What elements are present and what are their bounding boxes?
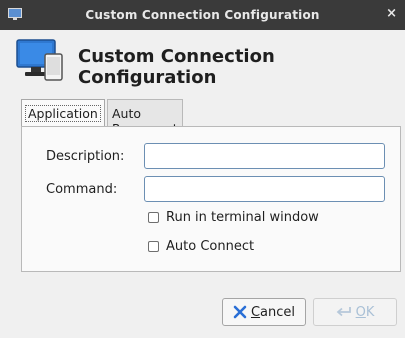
auto-connect-label: Auto Connect <box>166 239 255 254</box>
cancel-x-icon <box>233 305 247 319</box>
command-label: Command: <box>46 182 118 197</box>
auto-connect-box[interactable] <box>148 241 159 252</box>
application-panel: Description: Command: Run in terminal wi… <box>21 126 401 272</box>
run-in-terminal-box[interactable] <box>148 212 159 223</box>
run-in-terminal-label: Run in terminal window <box>166 210 319 225</box>
dialog-header: Custom Connection Configuration <box>16 38 396 88</box>
run-in-terminal-checkbox[interactable]: Run in terminal window <box>148 210 319 225</box>
cancel-label: Cancel <box>250 304 296 320</box>
ok-button[interactable]: OK <box>313 298 397 326</box>
tab-application[interactable]: Application <box>21 99 105 127</box>
description-label: Description: <box>46 149 125 164</box>
cancel-button[interactable]: Cancel <box>222 298 306 326</box>
auto-connect-checkbox[interactable]: Auto Connect <box>148 239 254 254</box>
tab-auto-reconnect[interactable]: Auto Reconnect <box>107 99 183 136</box>
tab-application-label: Application <box>25 105 101 122</box>
enter-arrow-icon <box>336 306 352 318</box>
description-input[interactable] <box>144 143 385 169</box>
command-input[interactable] <box>144 176 385 202</box>
dialog-heading: Custom Connection Configuration <box>78 46 275 88</box>
window-title: Custom Connection Configuration <box>85 8 320 22</box>
monitor-tablet-icon <box>16 38 64 82</box>
ok-label: OK <box>355 304 375 320</box>
title-bar: Custom Connection Configuration × <box>0 0 405 30</box>
close-button[interactable]: × <box>386 6 397 21</box>
